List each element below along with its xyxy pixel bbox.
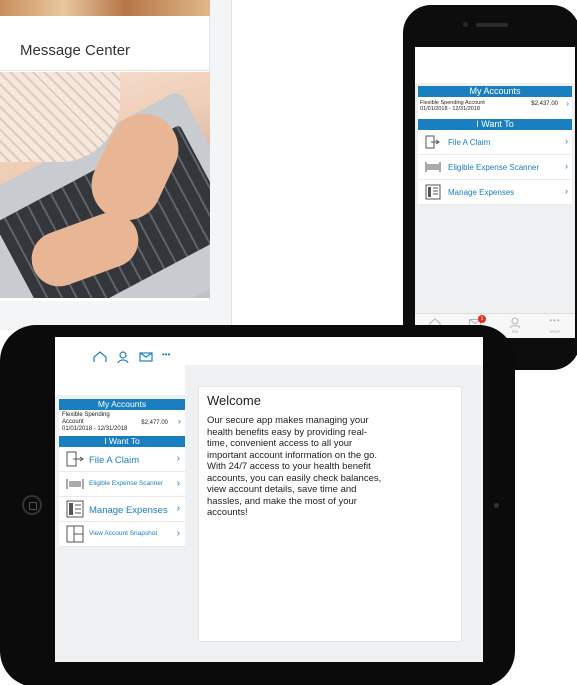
account-row[interactable]: Flexible Spending Account 01/01/2018 - 1…: [418, 97, 572, 119]
chevron-right-icon: ›: [176, 528, 180, 539]
account-balance: $2,437.00: [531, 101, 558, 107]
action-label: File A Claim: [448, 138, 491, 147]
unread-count-badge: 1: [478, 315, 486, 323]
more-dots-icon[interactable]: •••: [162, 350, 176, 362]
chevron-right-icon: ›: [176, 478, 180, 489]
tablet-header: •••: [55, 337, 185, 395]
action-label: Manage Expenses: [89, 505, 168, 516]
welcome-panel: Welcome Our secure app makes managing yo…: [198, 386, 462, 642]
chevron-right-icon: ›: [566, 99, 569, 108]
desktop-banner-image: [0, 0, 210, 16]
tablet-camera: [494, 503, 499, 508]
file-claim-icon: [66, 451, 84, 467]
chevron-right-icon: ›: [565, 136, 568, 146]
phone-accounts-card: My Accounts Flexible Spending Account 01…: [418, 86, 572, 205]
action-label: File A Claim: [89, 455, 140, 466]
tablet-home-button: [22, 495, 42, 515]
home-icon[interactable]: [93, 351, 107, 363]
account-dates: 01/01/2018 - 12/31/2018: [62, 426, 128, 432]
barcode-scanner-icon: [425, 162, 441, 172]
person-icon[interactable]: [116, 351, 130, 363]
message-center-card: Message Center: [0, 16, 210, 301]
account-row[interactable]: Flexible Spending Account 01/01/2018 - 1…: [59, 410, 185, 436]
phone-speaker: [476, 23, 508, 27]
file-claim-icon: [425, 135, 440, 149]
my-accounts-header: My Accounts: [59, 399, 185, 410]
eligible-expense-scanner-button[interactable]: Eligible Expense Scanner ›: [59, 472, 185, 497]
more-dots-icon: •••: [549, 316, 561, 325]
i-want-to-header: I Want To: [59, 436, 185, 447]
typing-on-laptop-photo: [0, 72, 210, 298]
phone-device: My Accounts Flexible Spending Account 01…: [403, 5, 577, 370]
file-a-claim-button[interactable]: File A Claim ›: [418, 130, 572, 155]
manage-expenses-button[interactable]: Manage Expenses ›: [418, 180, 572, 205]
desktop-background-panel: Message Center: [0, 0, 232, 330]
action-label: Eligible Expense Scanner: [448, 163, 540, 172]
envelope-icon[interactable]: [139, 351, 153, 363]
action-label: Eligible Expense Scanner: [89, 480, 164, 487]
action-label: Manage Expenses: [448, 188, 515, 197]
phone-header: [415, 47, 575, 83]
tablet-accounts-card: My Accounts Flexible Spending Account 01…: [59, 399, 185, 547]
chevron-right-icon: ›: [565, 186, 568, 196]
chevron-right-icon: ›: [565, 161, 568, 171]
chevron-right-icon: ›: [178, 416, 181, 426]
phone-screen: My Accounts Flexible Spending Account 01…: [415, 47, 575, 338]
my-accounts-header: My Accounts: [418, 86, 572, 97]
message-center-title: Message Center: [20, 42, 131, 59]
chevron-right-icon: ›: [176, 503, 180, 514]
divider: [0, 70, 210, 71]
person-icon: [509, 317, 521, 329]
account-snapshot-icon: [66, 525, 84, 543]
file-a-claim-button[interactable]: File A Claim ›: [59, 447, 185, 472]
tablet-screen: ••• My Accounts Flexible Spending Accoun…: [55, 337, 483, 662]
i-want-to-header: I Want To: [418, 119, 572, 130]
account-balance: $2,477.00: [141, 420, 168, 426]
expense-list-icon: [66, 500, 84, 518]
chevron-right-icon: ›: [176, 453, 180, 464]
tablet-device: ••• My Accounts Flexible Spending Accoun…: [0, 325, 515, 685]
eligible-expense-scanner-button[interactable]: Eligible Expense Scanner ›: [418, 155, 572, 180]
welcome-title: Welcome: [207, 393, 261, 408]
barcode-scanner-icon: [66, 479, 84, 489]
composite-stage: Message Center My Accounts Flexible Spen…: [0, 0, 577, 685]
tab-label: More: [549, 329, 561, 334]
tab-more[interactable]: ••• More: [535, 314, 575, 338]
manage-expenses-button[interactable]: Manage Expenses ›: [59, 497, 185, 522]
phone-camera: [463, 22, 468, 27]
welcome-body: Our secure app makes managing your healt…: [207, 415, 382, 518]
action-label: View Account Snapshot: [89, 530, 158, 537]
view-account-snapshot-button[interactable]: View Account Snapshot ›: [59, 522, 185, 547]
account-name-line1: Flexible Spending: [62, 412, 110, 418]
expense-list-icon: [425, 184, 441, 200]
